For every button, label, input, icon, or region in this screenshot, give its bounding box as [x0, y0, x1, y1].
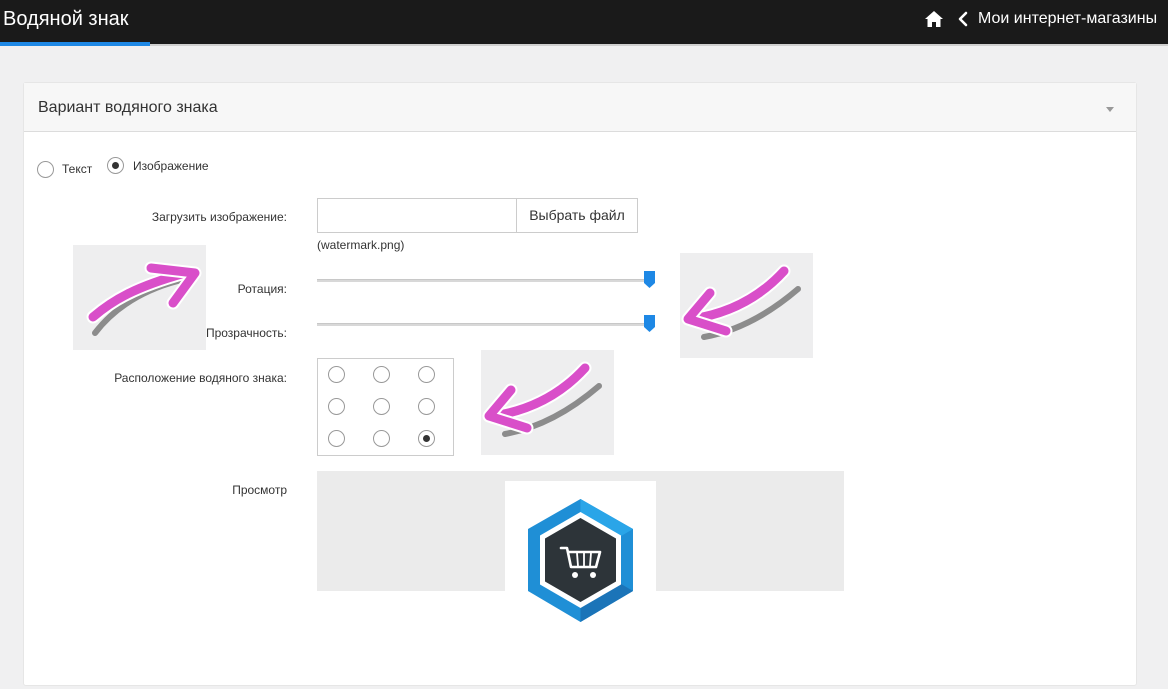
- rotation-slider-thumb[interactable]: [644, 271, 655, 288]
- arrow-annotation-icon: [680, 253, 813, 358]
- position-bottom-right[interactable]: [418, 430, 435, 447]
- opacity-slider-thumb[interactable]: [644, 315, 655, 332]
- caret-down-icon[interactable]: [1106, 107, 1114, 112]
- position-middle-right[interactable]: [418, 398, 435, 415]
- radio-image-label[interactable]: Изображение: [133, 159, 209, 173]
- opacity-slider-track[interactable]: [317, 323, 655, 326]
- choose-file-button[interactable]: Выбрать файл: [516, 198, 638, 233]
- file-input[interactable]: [317, 198, 517, 233]
- page-title: Водяной знак: [3, 8, 129, 30]
- shopping-cart-hexagon-icon: [528, 499, 633, 622]
- header-divider: [150, 44, 1168, 46]
- arrow-annotation-icon: [481, 350, 614, 455]
- radio-text-label[interactable]: Текст: [62, 162, 92, 176]
- position-bottom-left[interactable]: [328, 430, 345, 447]
- preview-image: [505, 481, 656, 632]
- file-name: (watermark.png): [317, 238, 405, 252]
- position-label: Расположение водяного знака:: [114, 371, 287, 385]
- my-shops-link[interactable]: Мои интернет-магазины: [978, 10, 1157, 28]
- preview-label: Просмотр: [232, 483, 287, 497]
- home-icon[interactable]: [924, 10, 944, 28]
- top-bar: Водяной знак Мои интернет-магазины: [0, 0, 1168, 46]
- rotation-slider-track[interactable]: [317, 279, 655, 282]
- panel-title: Вариант водяного знака: [38, 99, 218, 116]
- position-top-center[interactable]: [373, 366, 390, 383]
- radio-image[interactable]: [107, 157, 124, 174]
- position-top-left[interactable]: [328, 366, 345, 383]
- chevron-left-icon[interactable]: [957, 11, 969, 27]
- radio-text[interactable]: [37, 161, 54, 178]
- position-center[interactable]: [373, 398, 390, 415]
- arrow-annotation-icon: [73, 245, 206, 350]
- position-middle-left[interactable]: [328, 398, 345, 415]
- position-bottom-center[interactable]: [373, 430, 390, 447]
- panel-header[interactable]: Вариант водяного знака: [24, 83, 1136, 132]
- title-underline: [0, 42, 150, 46]
- upload-label: Загрузить изображение:: [151, 210, 287, 224]
- position-top-right[interactable]: [418, 366, 435, 383]
